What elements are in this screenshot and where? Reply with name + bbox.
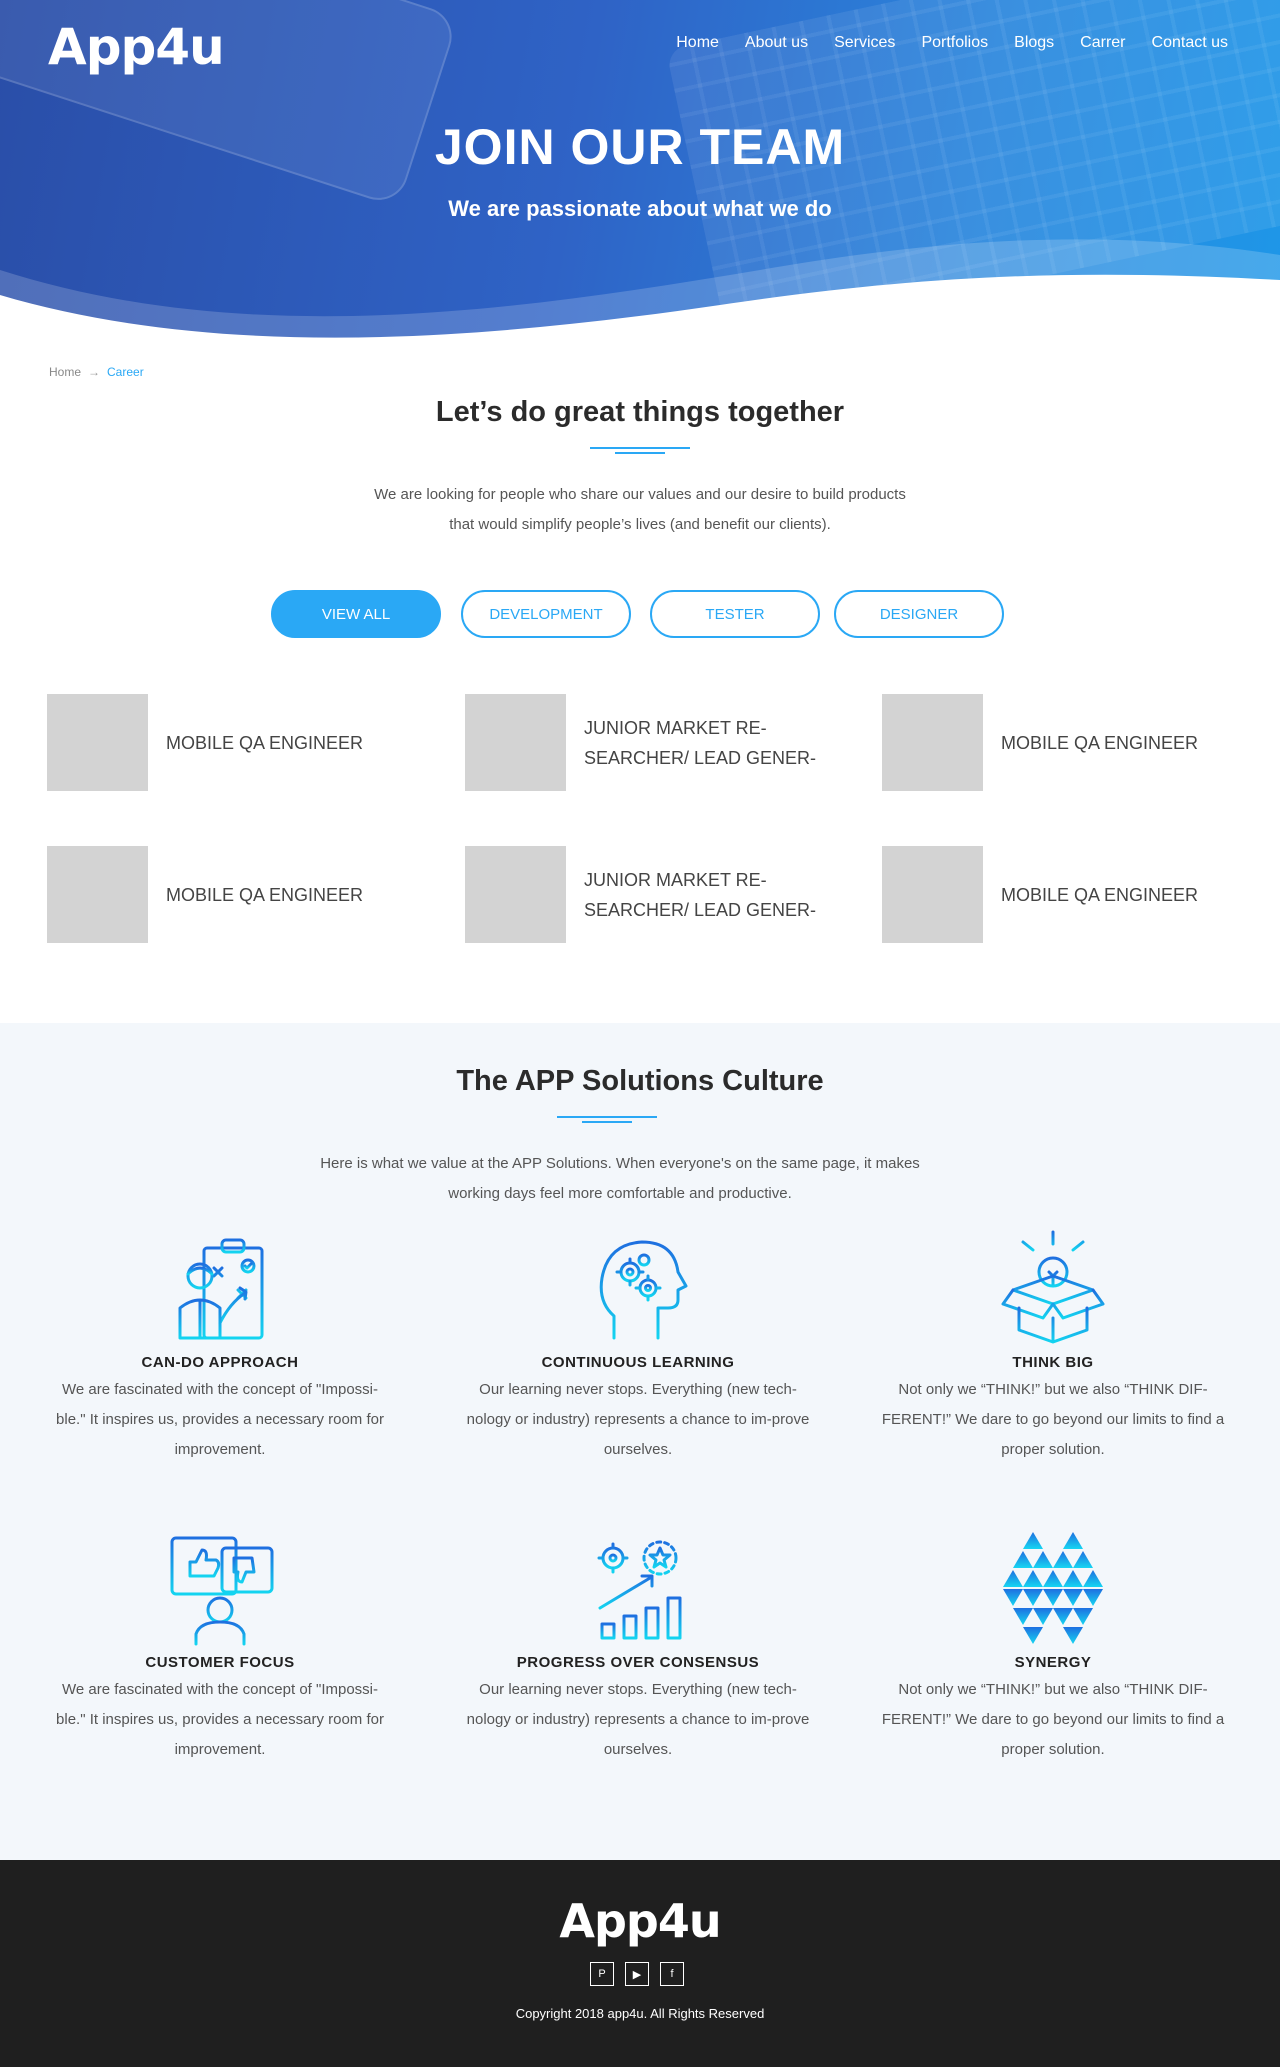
hero-banner: App4u Home About us Services Portfolios … [0, 0, 1280, 350]
value-title: CONTINUOUS LEARNING [541, 1354, 735, 1371]
job-card[interactable]: JUNIOR MARKET RE-SEARCHER/ LEAD GENER- [465, 694, 855, 794]
job-thumbnail [882, 846, 983, 943]
value-description: Not only we “THINK!” but we also “THINK … [881, 1381, 1225, 1458]
triangles-synergy-icon [993, 1528, 1113, 1648]
nav-career[interactable]: Carrer [1080, 34, 1125, 52]
nav-portfolios[interactable]: Portfolios [921, 34, 988, 52]
value-description: We are fascinated with the concept of "I… [56, 1381, 384, 1458]
job-card[interactable]: MOBILE QA ENGINEER [47, 846, 437, 946]
value-description: Our learning never stops. Everything (ne… [466, 1381, 810, 1458]
footer: App4u P ▶ f Copyright 2018 app4u. All Ri… [0, 1860, 1280, 2067]
job-title[interactable]: MOBILE QA ENGINEER [166, 846, 406, 943]
job-title[interactable]: JUNIOR MARKET RE-SEARCHER/ LEAD GENER- [584, 694, 824, 791]
intro-description: We are looking for people who share our … [374, 486, 906, 533]
value-card: CAN-DO APPROACH We are fascinated with t… [40, 1228, 400, 1465]
copyright-text: Copyright 2018 app4u. All Rights Reserve… [515, 2006, 765, 2021]
job-card[interactable]: MOBILE QA ENGINEER [47, 694, 437, 794]
value-title: CAN-DO APPROACH [141, 1354, 299, 1371]
job-card[interactable]: MOBILE QA ENGINEER [882, 846, 1272, 946]
value-title: CUSTOMER FOCUS [145, 1654, 295, 1671]
breadcrumb-arrow-icon: → [88, 365, 101, 379]
nav-contact[interactable]: Contact us [1152, 34, 1228, 52]
value-description: Our learning never stops. Everything (ne… [466, 1681, 810, 1758]
breadcrumb-home[interactable]: Home [49, 365, 81, 379]
footer-logo[interactable]: App4u [0, 1894, 1280, 1948]
job-card[interactable]: JUNIOR MARKET RE-SEARCHER/ LEAD GENER- [465, 846, 855, 946]
job-title[interactable]: JUNIOR MARKET RE-SEARCHER/ LEAD GENER- [584, 846, 824, 943]
page-subtitle: We are passionate about what we do [448, 196, 832, 221]
value-title: THINK BIG [1012, 1354, 1094, 1371]
job-title[interactable]: MOBILE QA ENGINEER [1001, 694, 1241, 791]
job-thumbnail [465, 694, 566, 791]
site-logo[interactable]: App4u [48, 22, 225, 72]
head-gears-icon [578, 1228, 698, 1348]
nav-home[interactable]: Home [676, 34, 719, 52]
value-description: We are fascinated with the concept of "I… [56, 1681, 384, 1758]
strategy-board-icon [160, 1228, 280, 1348]
main-nav: Home About us Services Portfolios Blogs … [650, 34, 1228, 52]
lightbulb-box-icon [993, 1228, 1113, 1348]
value-card: CUSTOMER FOCUS We are fascinated with th… [40, 1528, 400, 1765]
job-thumbnail [882, 694, 983, 791]
job-title[interactable]: MOBILE QA ENGINEER [1001, 846, 1241, 943]
feedback-thumbs-icon [160, 1528, 280, 1648]
value-title: PROGRESS OVER CONSENSUS [516, 1654, 760, 1671]
hero-wave-shape [0, 239, 1280, 350]
pinterest-icon[interactable]: P [590, 1962, 614, 1986]
nav-services[interactable]: Services [834, 34, 895, 52]
nav-blogs[interactable]: Blogs [1014, 34, 1054, 52]
job-card[interactable]: MOBILE QA ENGINEER [882, 694, 1272, 794]
culture-description: Here is what we value at the APP Solutio… [320, 1155, 920, 1202]
filter-designer-button[interactable]: DESIGNER [834, 590, 1004, 638]
culture-title: The APP Solutions Culture [456, 1065, 824, 1097]
filter-development-button[interactable]: DEVELOPMENT [461, 590, 631, 638]
social-links: P ▶ f [590, 1962, 684, 1986]
job-thumbnail [465, 846, 566, 943]
job-title[interactable]: MOBILE QA ENGINEER [166, 694, 406, 791]
filter-tester-button[interactable]: TESTER [650, 590, 820, 638]
culture-title-underline [557, 1116, 657, 1123]
job-thumbnail [47, 846, 148, 943]
value-card: PROGRESS OVER CONSENSUS Our learning nev… [458, 1528, 818, 1765]
job-thumbnail [47, 694, 148, 791]
breadcrumb-current: Career [107, 365, 144, 379]
value-card: THINK BIG Not only we “THINK!” but we al… [873, 1228, 1233, 1465]
breadcrumb: Home → Career [49, 365, 144, 379]
facebook-icon[interactable]: f [660, 1962, 684, 1986]
value-description: Not only we “THINK!” but we also “THINK … [881, 1681, 1225, 1758]
growth-chart-icon [578, 1528, 698, 1648]
value-title: SYNERGY [1014, 1654, 1092, 1671]
intro-title-underline [590, 447, 690, 454]
value-card: SYNERGY Not only we “THINK!” but we also… [873, 1528, 1233, 1765]
page-title: JOIN OUR TEAM [434, 119, 846, 175]
filter-view-all-button[interactable]: VIEW ALL [271, 590, 441, 638]
value-card: CONTINUOUS LEARNING Our learning never s… [458, 1228, 818, 1465]
culture-section: The APP Solutions Culture Here is what w… [0, 1023, 1280, 1860]
nav-about[interactable]: About us [745, 34, 808, 52]
intro-title: Let’s do great things together [435, 396, 845, 428]
youtube-icon[interactable]: ▶ [625, 1962, 649, 1986]
